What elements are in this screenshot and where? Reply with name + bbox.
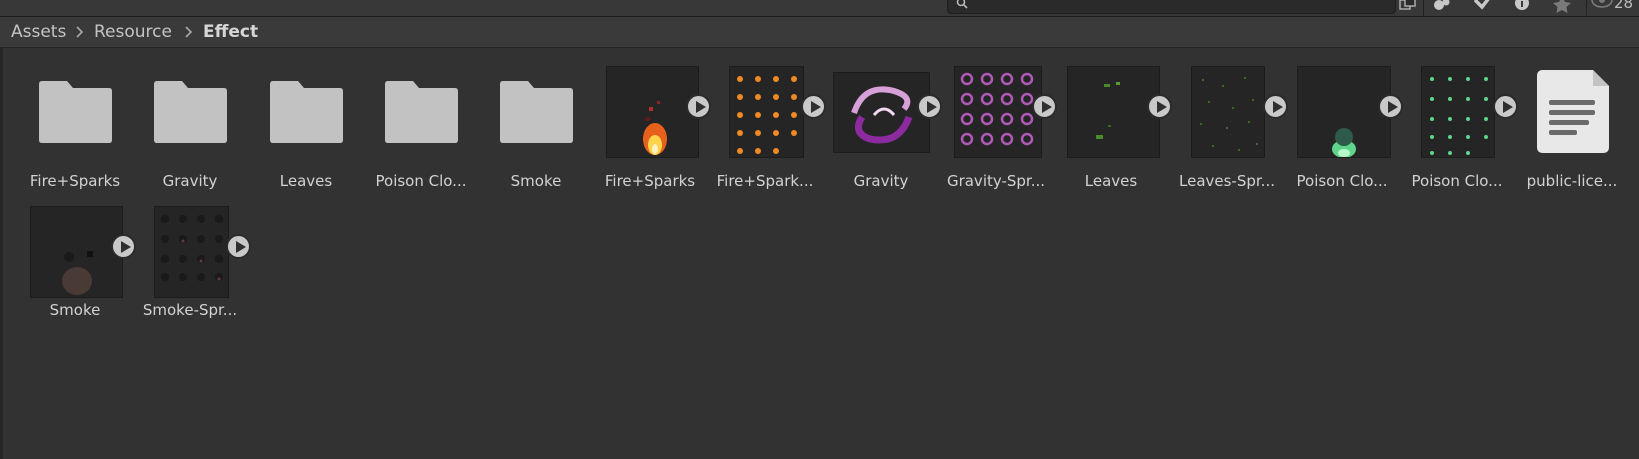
visibility-eye-icon[interactable] [1589, 0, 1615, 14]
effect-thumbnail [833, 72, 930, 153]
play-preview-button[interactable] [1263, 94, 1288, 119]
play-icon [927, 101, 937, 113]
search-by-type-icon[interactable] [1398, 0, 1418, 12]
asset-item-spritesheet[interactable]: Smoke-Spr... [134, 206, 251, 321]
folder-icon [39, 81, 112, 143]
play-preview-button[interactable] [111, 234, 136, 259]
folder-icon [154, 81, 227, 143]
play-icon [121, 241, 131, 253]
asset-label: Fire+Spark... [716, 172, 814, 190]
asset-item-spritesheet[interactable]: Gravity-Spr... [940, 66, 1057, 196]
label-tag-icon[interactable] [1467, 0, 1497, 14]
search-input[interactable] [947, 0, 1396, 14]
play-preview-button[interactable] [801, 94, 826, 119]
folder-icon [385, 81, 458, 143]
asset-label: Fire+Sparks [29, 172, 121, 190]
play-icon [236, 241, 246, 253]
toolbar-separator [1423, 0, 1424, 16]
play-icon [1273, 101, 1283, 113]
breadcrumb-item-resource[interactable]: Resource [94, 22, 172, 42]
spritesheet-thumbnail [154, 206, 229, 298]
play-icon [1388, 101, 1398, 113]
asset-item-folder[interactable]: Smoke [480, 71, 592, 196]
favorites-star-icon[interactable] [1547, 0, 1577, 14]
spritesheet-thumbnail [729, 66, 804, 158]
asset-label: Smoke [49, 301, 101, 319]
play-icon [696, 101, 706, 113]
toolbar: 28 [0, 0, 1639, 17]
asset-label: Poison Clo... [1296, 172, 1388, 190]
asset-label: Poison Clo... [1411, 172, 1503, 190]
folder-icon [270, 81, 343, 143]
play-preview-button[interactable] [1493, 94, 1518, 119]
asset-item-prefab[interactable]: Poison Clo... [1286, 66, 1403, 196]
search-icon [956, 0, 968, 9]
play-icon [811, 101, 821, 113]
asset-item-spritesheet[interactable]: Poison Clo... [1401, 66, 1518, 196]
breadcrumb-item-effect[interactable]: Effect [203, 22, 258, 42]
chevron-right-icon [76, 26, 84, 38]
asset-item-prefab[interactable]: Gravity [825, 71, 942, 196]
asset-label: public-lice... [1526, 172, 1618, 190]
asset-item-prefab[interactable]: Fire+Sparks [594, 66, 711, 196]
asset-label: Leaves-Spr... [1179, 172, 1275, 190]
play-preview-button[interactable] [1378, 94, 1403, 119]
filter-by-type-icon[interactable] [1427, 0, 1457, 14]
folder-icon [500, 81, 573, 143]
info-icon[interactable] [1507, 0, 1537, 14]
asset-item-prefab[interactable]: Leaves [1055, 66, 1172, 196]
asset-label: Gravity [853, 172, 909, 190]
asset-label: Gravity-Spr... [946, 172, 1046, 190]
play-preview-button[interactable] [1147, 94, 1172, 119]
asset-item-folder[interactable]: Leaves [250, 71, 362, 196]
asset-item-spritesheet[interactable]: Leaves-Spr... [1171, 66, 1288, 196]
play-preview-button[interactable] [686, 94, 711, 119]
asset-label: Gravity [162, 172, 218, 190]
panel-border [0, 48, 3, 459]
asset-label: Leaves [1084, 172, 1138, 190]
breadcrumb-item-assets[interactable]: Assets [11, 22, 66, 42]
play-preview-button[interactable] [1032, 94, 1057, 119]
breadcrumb: Assets Resource Effect [0, 17, 1639, 48]
asset-label: Smoke [510, 172, 562, 190]
effect-thumbnail [1067, 66, 1160, 158]
asset-item-spritesheet[interactable]: Fire+Spark... [709, 66, 826, 196]
spritesheet-thumbnail [954, 66, 1042, 158]
text-document-icon [1537, 70, 1609, 153]
asset-item-folder[interactable]: Gravity [134, 71, 246, 196]
hidden-packages-count: 28 [1614, 0, 1634, 12]
effect-thumbnail [1297, 66, 1391, 158]
effect-thumbnail [30, 206, 123, 298]
toolbar-separator [1586, 0, 1587, 16]
asset-label: Leaves [279, 172, 333, 190]
asset-item-folder[interactable]: Fire+Sparks [19, 71, 131, 196]
asset-item-prefab[interactable]: Smoke [19, 206, 136, 321]
spritesheet-thumbnail [1191, 66, 1265, 158]
spritesheet-thumbnail [1421, 66, 1495, 158]
asset-item-text[interactable]: public-lice... [1516, 70, 1628, 196]
play-icon [1042, 101, 1052, 113]
asset-label: Poison Clo... [375, 172, 467, 190]
chevron-right-icon [185, 26, 193, 38]
asset-item-folder[interactable]: Poison Clo... [365, 71, 477, 196]
play-preview-button[interactable] [917, 94, 942, 119]
play-icon [1157, 101, 1167, 113]
asset-label: Fire+Sparks [604, 172, 696, 190]
play-preview-button[interactable] [226, 234, 251, 259]
play-icon [1503, 101, 1513, 113]
asset-label: Smoke-Spr... [142, 301, 238, 319]
effect-thumbnail [606, 66, 699, 158]
